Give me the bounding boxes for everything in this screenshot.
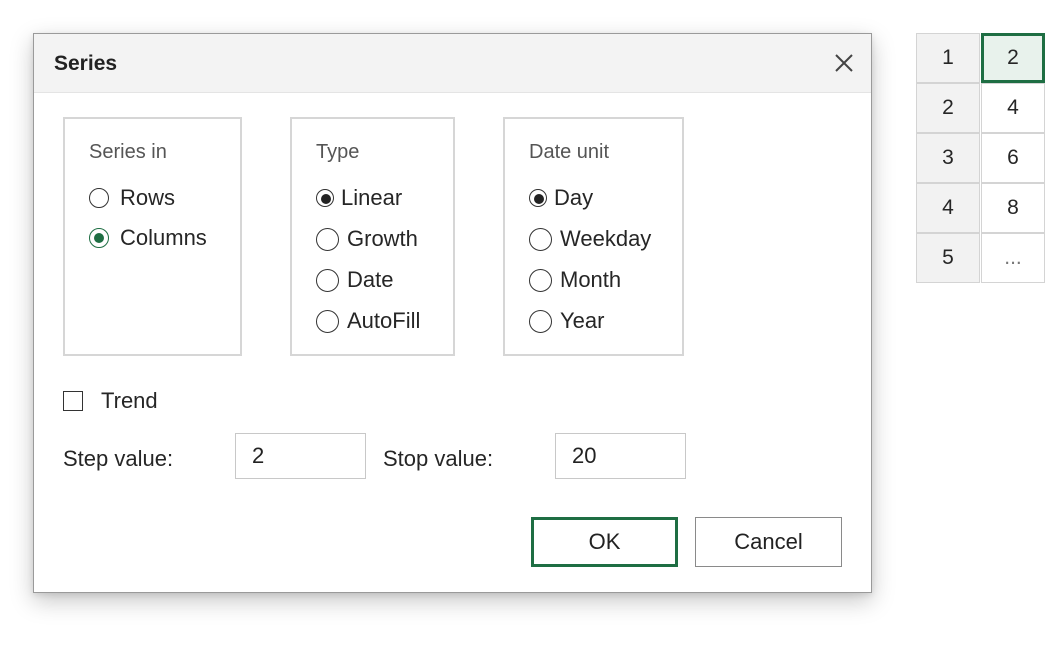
radio-growth-button[interactable] bbox=[316, 227, 339, 251]
step-value-input[interactable]: 2 bbox=[235, 433, 366, 479]
radio-month[interactable]: Month bbox=[529, 267, 621, 293]
type-group: Type Linear Growth Date AutoFill bbox=[290, 117, 455, 356]
row-header: 4 bbox=[916, 183, 980, 233]
radio-month-label: Month bbox=[560, 267, 622, 292]
radio-growth-label: Growth bbox=[347, 226, 418, 251]
radio-date[interactable]: Date bbox=[316, 267, 393, 293]
series-in-label: Series in bbox=[89, 141, 167, 163]
radio-columns-label: Columns bbox=[120, 225, 207, 250]
radio-year[interactable]: Year bbox=[529, 308, 604, 334]
radio-linear[interactable]: Linear bbox=[316, 185, 402, 211]
radio-linear-button[interactable] bbox=[316, 189, 334, 207]
row-header: 3 bbox=[916, 133, 980, 183]
radio-autofill[interactable]: AutoFill bbox=[316, 308, 420, 334]
radio-autofill-label: AutoFill bbox=[347, 308, 421, 333]
radio-year-label: Year bbox=[560, 308, 605, 333]
date-unit-group: Date unit Day Weekday Month Year bbox=[503, 117, 684, 356]
type-label: Type bbox=[316, 141, 360, 163]
row-header: 1 bbox=[916, 33, 980, 83]
cell-value[interactable]: 8 bbox=[981, 183, 1045, 233]
radio-day-label: Day bbox=[554, 185, 594, 210]
cell-value[interactable]: 6 bbox=[981, 133, 1045, 183]
radio-weekday[interactable]: Weekday bbox=[529, 226, 651, 252]
trend-label: Trend bbox=[101, 388, 158, 413]
stop-value-input[interactable]: 20 bbox=[555, 433, 686, 479]
series-in-group: Series in Rows Columns bbox=[63, 117, 242, 356]
radio-linear-label: Linear bbox=[341, 185, 403, 210]
radio-date-label: Date bbox=[347, 267, 394, 292]
cell-selected[interactable]: 2 bbox=[981, 33, 1045, 83]
radio-day[interactable]: Day bbox=[529, 185, 593, 211]
row-header: 2 bbox=[916, 83, 980, 133]
row-header: 5 bbox=[916, 233, 980, 283]
radio-growth[interactable]: Growth bbox=[316, 226, 418, 252]
close-icon bbox=[835, 54, 853, 72]
radio-rows[interactable]: Rows bbox=[89, 185, 175, 211]
radio-date-button[interactable] bbox=[316, 268, 339, 292]
series-dialog: Series Series in Rows Columns Type Linea… bbox=[33, 33, 872, 593]
title-bar: Series bbox=[34, 34, 871, 93]
radio-rows-button[interactable] bbox=[89, 188, 109, 208]
radio-columns[interactable]: Columns bbox=[89, 225, 207, 251]
date-unit-label: Date unit bbox=[529, 141, 610, 163]
step-value-label: Step value: bbox=[63, 446, 174, 471]
cell-value[interactable]: 4 bbox=[981, 83, 1045, 133]
radio-year-button[interactable] bbox=[529, 309, 552, 333]
radio-day-button[interactable] bbox=[529, 189, 547, 207]
trend-checkbox[interactable] bbox=[63, 391, 83, 411]
ok-button[interactable]: OK bbox=[531, 517, 678, 567]
cancel-button[interactable]: Cancel bbox=[695, 517, 842, 567]
close-button[interactable] bbox=[827, 46, 861, 80]
radio-weekday-label: Weekday bbox=[560, 226, 652, 251]
radio-columns-button[interactable] bbox=[89, 228, 109, 248]
radio-rows-label: Rows bbox=[120, 185, 176, 210]
stop-value-label: Stop value: bbox=[383, 446, 494, 471]
dialog-title: Series bbox=[54, 52, 118, 75]
cell-value[interactable]: ... bbox=[981, 233, 1045, 283]
radio-weekday-button[interactable] bbox=[529, 227, 552, 251]
trend-checkbox-row[interactable]: Trend bbox=[63, 388, 158, 414]
radio-autofill-button[interactable] bbox=[316, 309, 339, 333]
radio-month-button[interactable] bbox=[529, 268, 552, 292]
